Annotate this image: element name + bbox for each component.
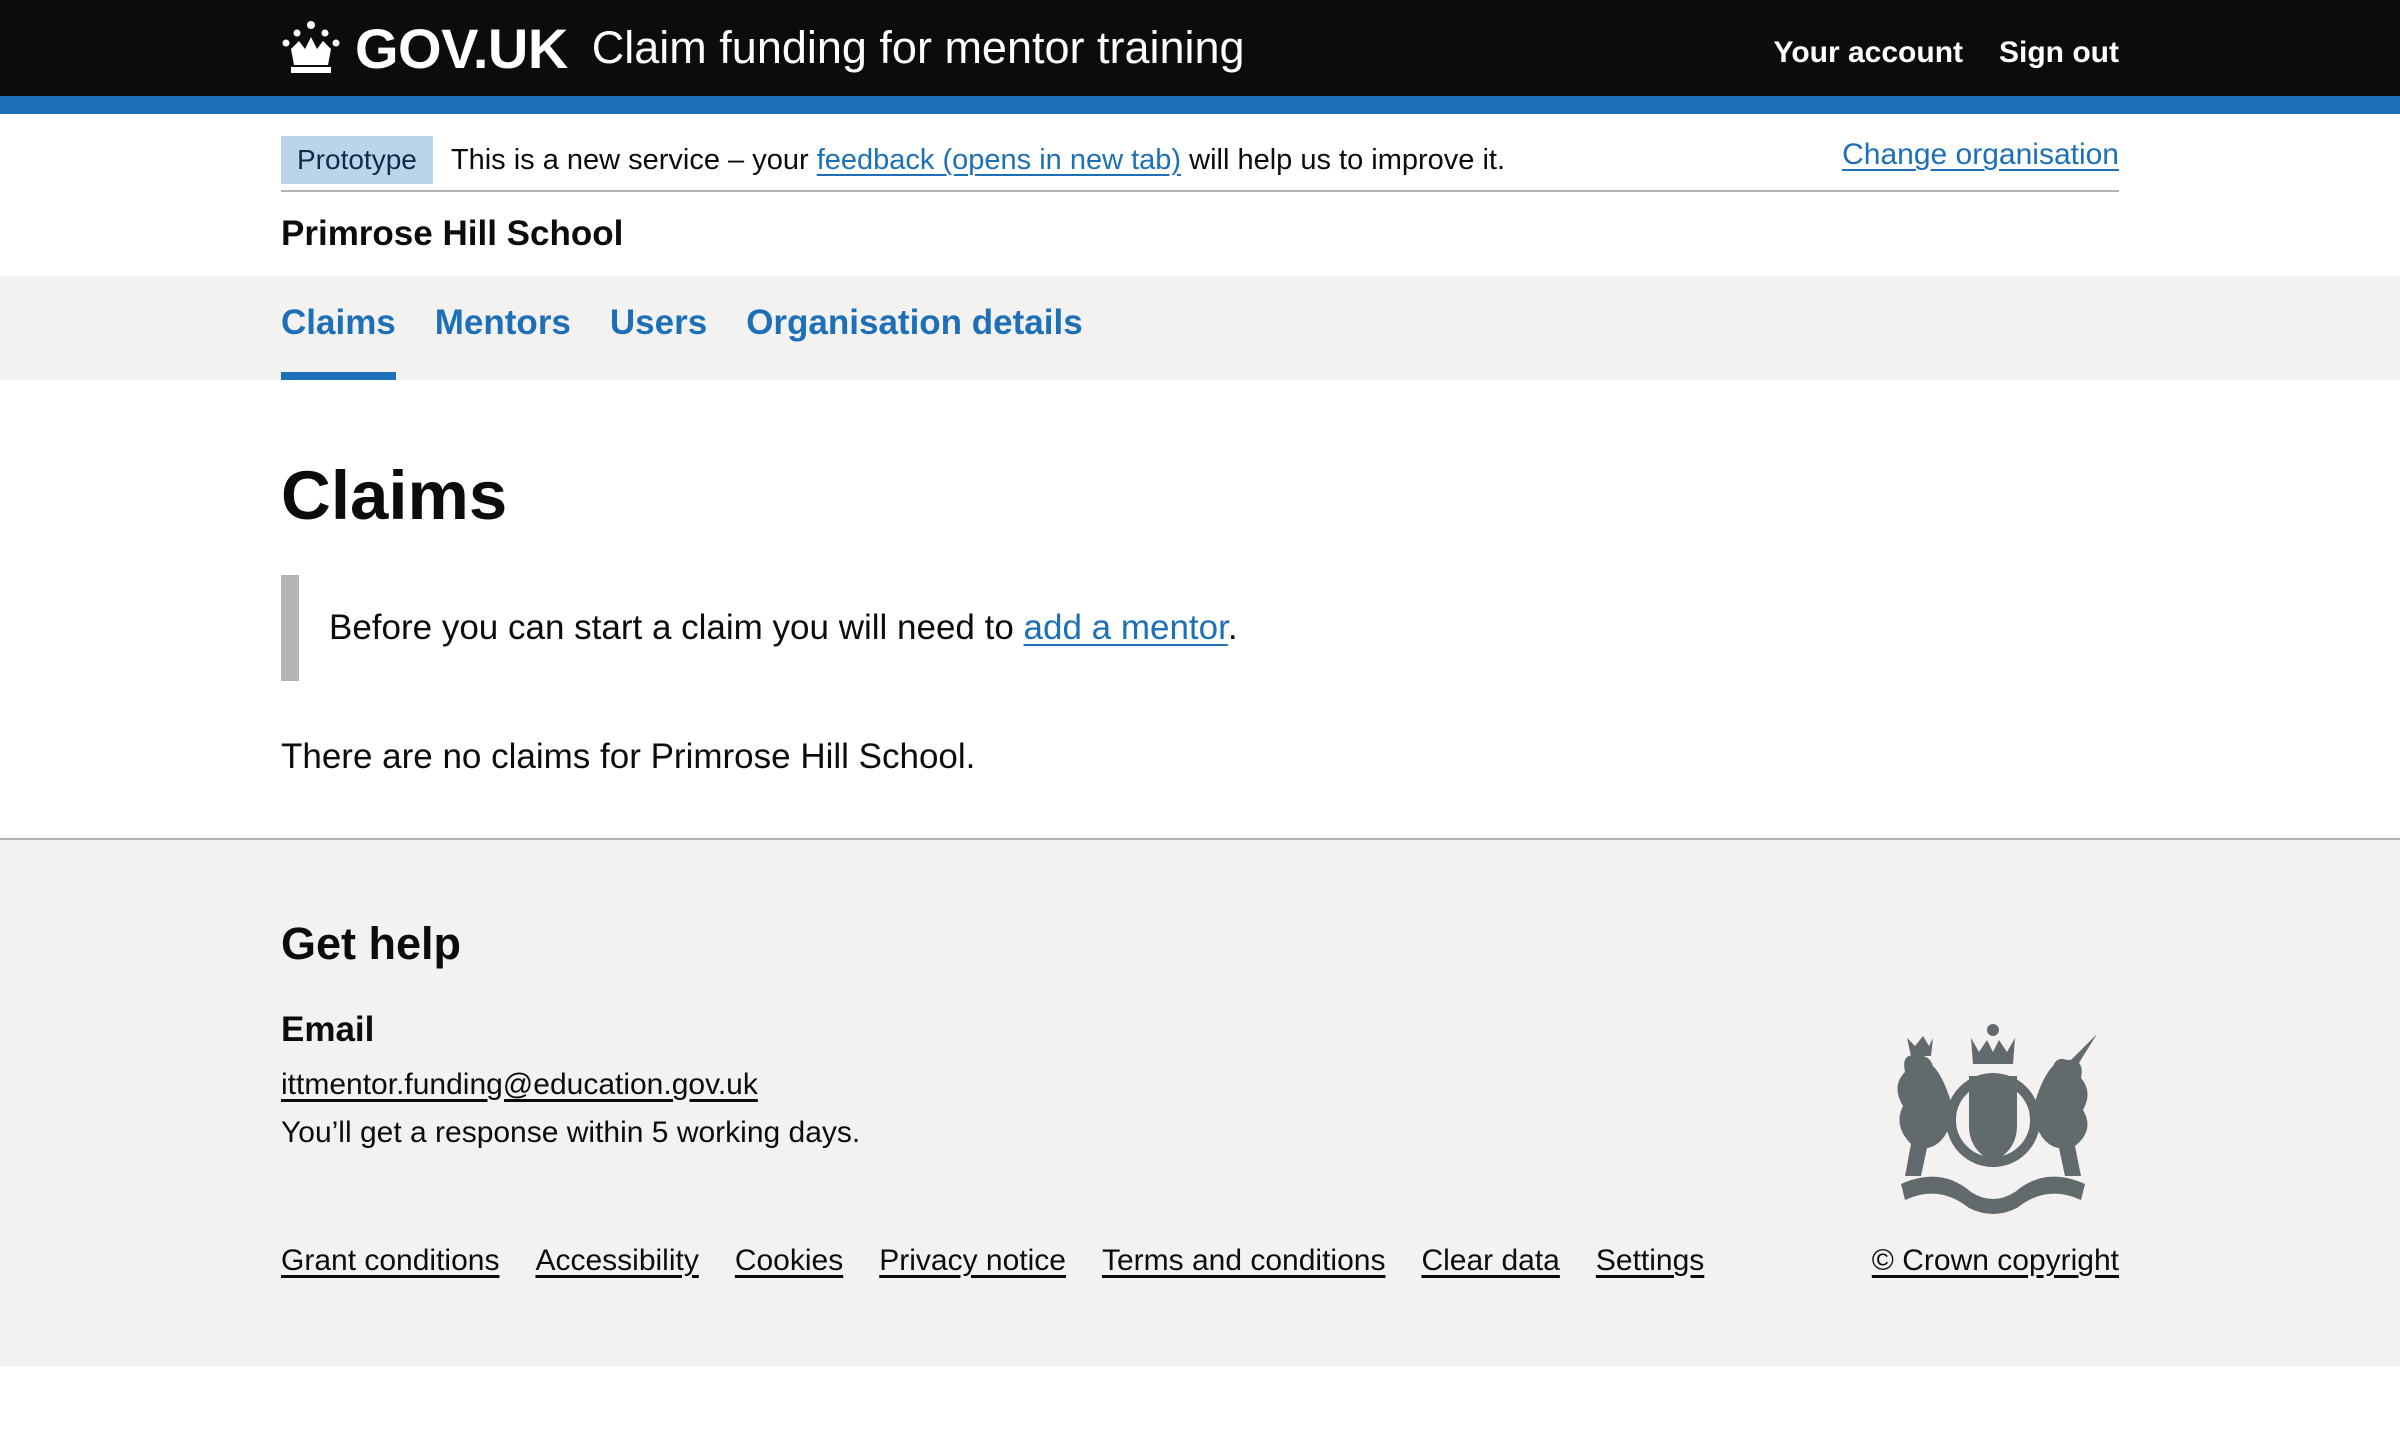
response-time-text: You’ll get a response within 5 working d… xyxy=(281,1116,861,1149)
nav-item-mentors[interactable]: Mentors xyxy=(435,276,571,380)
phase-tag: Prototype xyxy=(281,136,433,184)
govuk-logotype[interactable]: GOV.UK xyxy=(355,16,568,81)
footer-link-grant-conditions[interactable]: Grant conditions xyxy=(281,1244,499,1278)
primary-navigation: Claims Mentors Users Organisation detail… xyxy=(0,276,2400,380)
site-header: GOV.UK Claim funding for mentor training… xyxy=(0,0,2400,114)
footer-link-settings[interactable]: Settings xyxy=(1596,1244,1704,1278)
footer-help-heading: Get help xyxy=(281,918,462,969)
organisation-name: Primrose Hill School xyxy=(281,214,624,253)
nav-item-organisation-details[interactable]: Organisation details xyxy=(746,276,1082,380)
site-footer: Get help Email ittmentor.funding@educati… xyxy=(0,838,2400,1366)
change-organisation-link[interactable]: Change organisation xyxy=(1842,138,2119,172)
footer-link-clear-data[interactable]: Clear data xyxy=(1421,1244,1559,1278)
footer-link-accessibility[interactable]: Accessibility xyxy=(535,1244,698,1278)
main-content: Claims Before you can start a claim you … xyxy=(0,380,2400,838)
royal-coat-of-arms-icon xyxy=(1897,1024,2097,1214)
inset-text-before: Before you can start a claim you will ne… xyxy=(329,608,1024,647)
header-account-nav: Your account Sign out xyxy=(1774,36,2119,70)
sign-out-link[interactable]: Sign out xyxy=(1999,36,2119,70)
feedback-link[interactable]: feedback (opens in new tab) xyxy=(817,144,1181,176)
inset-text: Before you can start a claim you will ne… xyxy=(281,575,2119,681)
page-title: Claims xyxy=(281,457,508,534)
inset-text-after: . xyxy=(1227,608,1238,647)
support-email-link[interactable]: ittmentor.funding@education.gov.uk xyxy=(281,1068,758,1102)
footer-links: Grant conditions Accessibility Cookies P… xyxy=(281,1244,1704,1278)
crown-copyright-link[interactable]: © Crown copyright xyxy=(1872,1244,2119,1278)
organisation-bar: Primrose Hill School Change organisation xyxy=(281,138,2119,276)
phase-text-after: will help us to improve it. xyxy=(1181,143,1506,176)
service-name[interactable]: Claim funding for mentor training xyxy=(592,22,1245,74)
footer-link-privacy-notice[interactable]: Privacy notice xyxy=(879,1244,1066,1278)
footer-email-heading: Email xyxy=(281,1010,375,1049)
add-mentor-link[interactable]: add a mentor xyxy=(1024,608,1228,647)
your-account-link[interactable]: Your account xyxy=(1774,36,1963,70)
nav-item-users[interactable]: Users xyxy=(610,276,707,380)
phase-text-before: This is a new service – your xyxy=(450,143,817,176)
empty-state-text: There are no claims for Primrose Hill Sc… xyxy=(281,737,976,776)
phase-banner-text: This is a new service – your feedback (o… xyxy=(451,144,1505,177)
nav-item-claims[interactable]: Claims xyxy=(281,276,396,380)
crown-icon xyxy=(282,21,340,73)
footer-link-terms[interactable]: Terms and conditions xyxy=(1102,1244,1385,1278)
footer-link-cookies[interactable]: Cookies xyxy=(735,1244,843,1278)
